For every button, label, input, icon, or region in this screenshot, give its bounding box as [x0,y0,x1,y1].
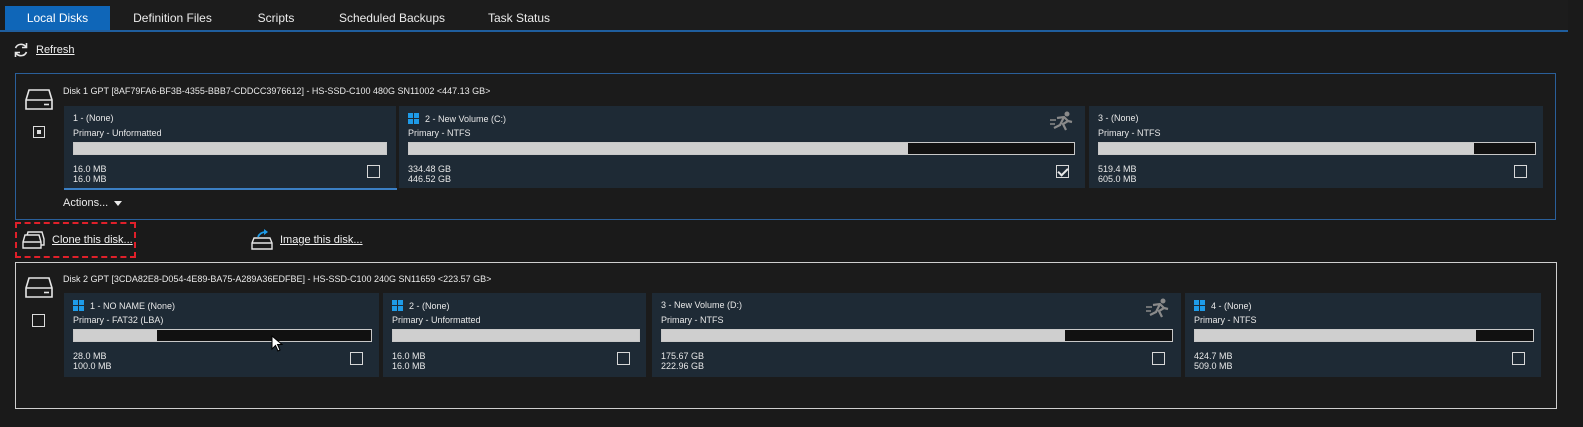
partition-type: Primary - Unformatted [392,315,481,325]
usage-bar [408,142,1075,155]
partition-card[interactable]: 3 - (None) Primary - NTFS 519.4 MB 605.0… [1089,106,1543,188]
partition-name: 1 - NO NAME (None) [73,300,175,311]
partition-name: 3 - (None) [1098,113,1139,123]
partition-checkbox[interactable] [1056,165,1069,178]
usage-bar [1194,329,1534,342]
mouse-cursor-icon [271,335,284,352]
partition-type: Primary - FAT32 (LBA) [73,315,164,325]
disk-1-checkbox[interactable] [33,126,45,138]
total-size: 16.0 MB [73,174,107,184]
total-size: 16.0 MB [392,361,426,371]
tab-task-status[interactable]: Task Status [475,6,563,30]
partition-checkbox[interactable] [1152,352,1165,365]
used-size: 519.4 MB [1098,164,1137,174]
partition-card[interactable]: 2 - (None) Primary - Unformatted 16.0 MB… [383,293,646,377]
image-disk-link[interactable]: Image this disk... [250,229,363,251]
used-size: 16.0 MB [392,351,426,361]
partition-card[interactable]: 2 - New Volume (C:) Primary - NTFS 334.4… [399,106,1085,188]
clone-disk-link[interactable]: Clone this disk... [22,230,133,250]
partition-card[interactable]: 1 - NO NAME (None) Primary - FAT32 (LBA)… [64,293,379,377]
disk-2-title: Disk 2 GPT [3CDA82E8-D054-4E89-BA75-A289… [63,274,492,284]
used-size: 28.0 MB [73,351,107,361]
partition-type: Primary - NTFS [1194,315,1257,325]
usage-bar [73,142,387,155]
usage-bar [661,329,1173,342]
refresh-icon [14,43,28,57]
usage-bar [392,329,640,342]
running-man-icon [1146,298,1169,318]
partition-name: 1 - (None) [73,113,114,123]
image-disk-label: Image this disk... [280,234,363,246]
partition-checkbox[interactable] [350,352,363,365]
windows-logo-icon [408,113,419,124]
usage-bar [1098,142,1536,155]
disk-2-panel: Disk 2 GPT [3CDA82E8-D054-4E89-BA75-A289… [15,262,1557,409]
partition-name: 2 - New Volume (C:) [408,113,506,124]
partition-type: Primary - NTFS [408,128,471,138]
tab-bar: Local Disks Definition Files Scripts Sch… [0,0,1568,32]
disk-2-checkbox[interactable] [32,314,45,327]
running-man-icon [1050,111,1073,131]
clone-disk-label: Clone this disk... [52,234,133,246]
hard-disk-icon [25,277,53,298]
total-size: 222.96 GB [661,361,705,371]
tab-local-disks[interactable]: Local Disks [5,6,110,30]
disk-1-panel: Disk 1 GPT [8AF79FA6-BF3B-4355-BBB7-CDDC… [15,73,1556,220]
partition-name: 4 - (None) [1194,300,1252,311]
used-size: 334.48 GB [408,164,452,174]
refresh-label: Refresh [36,44,75,56]
total-size: 605.0 MB [1098,174,1137,184]
tab-definition-files[interactable]: Definition Files [116,6,229,30]
hard-disk-icon [25,89,53,110]
tab-scripts[interactable]: Scripts [240,6,312,30]
total-size: 100.0 MB [73,361,112,371]
usage-bar [73,329,372,342]
partition-card[interactable]: 1 - (None) Primary - Unformatted 16.0 MB… [64,106,396,188]
partition-checkbox[interactable] [617,352,630,365]
total-size: 446.52 GB [408,174,452,184]
partition-name: 2 - (None) [392,300,450,311]
disk-1-title: Disk 1 GPT [8AF79FA6-BF3B-4355-BBB7-CDDC… [63,86,491,96]
clone-disk-icon [22,231,45,249]
partition-type: Primary - NTFS [661,315,724,325]
used-size: 16.0 MB [73,164,107,174]
partition-type: Primary - NTFS [1098,128,1161,138]
partition-checkbox[interactable] [1514,165,1527,178]
partition-name: 3 - New Volume (D:) [661,300,743,310]
partition-card[interactable]: 3 - New Volume (D:) Primary - NTFS 175.6… [652,293,1181,377]
partition-card[interactable]: 4 - (None) Primary - NTFS 424.7 MB 509.0… [1185,293,1541,377]
partition-checkbox[interactable] [1512,352,1525,365]
partition-type: Primary - Unformatted [73,128,162,138]
actions-dropdown[interactable]: Actions... [63,197,123,209]
windows-logo-icon [1194,300,1205,311]
actions-label: Actions... [63,197,109,209]
tab-scheduled-backups[interactable]: Scheduled Backups [328,6,456,30]
selected-partition-indicator [64,188,397,190]
chevron-down-icon [114,200,123,206]
refresh-button[interactable]: Refresh [12,41,75,59]
windows-logo-icon [392,300,403,311]
total-size: 509.0 MB [1194,361,1233,371]
used-size: 175.67 GB [661,351,705,361]
image-disk-icon [251,229,273,250]
windows-logo-icon [73,300,84,311]
partition-checkbox[interactable] [367,165,380,178]
used-size: 424.7 MB [1194,351,1233,361]
